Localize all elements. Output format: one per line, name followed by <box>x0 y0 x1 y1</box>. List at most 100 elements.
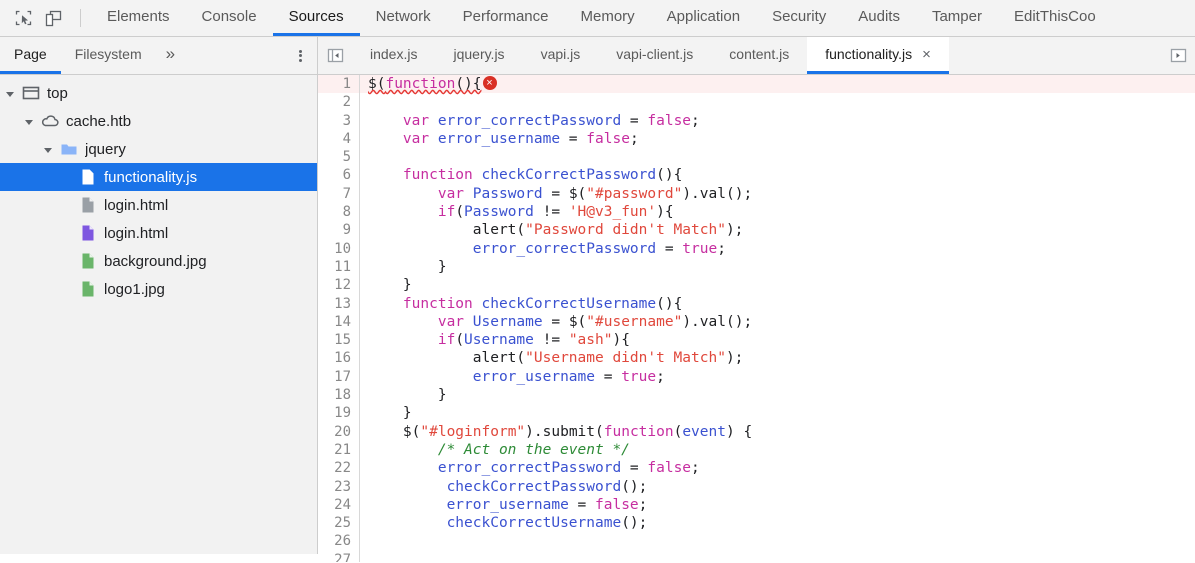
tree-item-cache-htb[interactable]: cache.htb <box>0 107 317 135</box>
expand-panel-icon[interactable] <box>1161 37 1195 74</box>
line-number[interactable]: 24 <box>318 496 360 514</box>
line-number[interactable]: 6 <box>318 166 360 184</box>
device-toolbar-icon[interactable] <box>38 0 68 36</box>
panel-tab-console[interactable]: Console <box>186 0 273 36</box>
panel-tab-editthiscoo[interactable]: EditThisCoo <box>998 0 1112 36</box>
code-line[interactable]: 7 var Password = $("#password").val(); <box>318 185 1195 203</box>
line-number[interactable]: 10 <box>318 240 360 258</box>
code-line[interactable]: 18 } <box>318 386 1195 404</box>
panel-tab-elements[interactable]: Elements <box>91 0 186 36</box>
code-line[interactable]: 10 error_correctPassword = true; <box>318 240 1195 258</box>
code-line[interactable]: 19 } <box>318 404 1195 422</box>
line-number[interactable]: 19 <box>318 404 360 422</box>
line-number[interactable]: 23 <box>318 478 360 496</box>
line-number[interactable]: 4 <box>318 130 360 148</box>
code-line[interactable]: 16 alert("Username didn't Match"); <box>318 349 1195 367</box>
code-line[interactable]: 25 checkCorrectUsername(); <box>318 514 1195 532</box>
tree-item-jquery[interactable]: jquery <box>0 135 317 163</box>
code-line[interactable]: 4 var error_username = false; <box>318 130 1195 148</box>
tree-item-top[interactable]: top <box>0 79 317 107</box>
code-line[interactable]: 11 } <box>318 258 1195 276</box>
panel-tab-application[interactable]: Application <box>651 0 756 36</box>
code-token: = <box>621 460 647 476</box>
editor-tab-functionality-js[interactable]: functionality.js× <box>807 37 949 74</box>
line-number[interactable]: 11 <box>318 258 360 276</box>
line-number[interactable]: 21 <box>318 441 360 459</box>
inspect-cursor-icon[interactable] <box>8 0 38 36</box>
tree-item-logo1-jpg[interactable]: logo1.jpg <box>0 275 317 303</box>
code-token <box>368 167 403 183</box>
panel-tab-network[interactable]: Network <box>360 0 447 36</box>
line-number[interactable]: 13 <box>318 295 360 313</box>
line-number[interactable]: 12 <box>318 276 360 294</box>
panel-tab-tamper[interactable]: Tamper <box>916 0 998 36</box>
code-line[interactable]: 3 var error_correctPassword = false; <box>318 112 1195 130</box>
line-number[interactable]: 18 <box>318 386 360 404</box>
tree-item-background-jpg[interactable]: background.jpg <box>0 247 317 275</box>
line-number[interactable]: 1 <box>318 75 360 93</box>
panel-tab-memory[interactable]: Memory <box>565 0 651 36</box>
code-line[interactable]: 27 <box>318 551 1195 562</box>
navigator-tab-filesystem[interactable]: Filesystem <box>61 37 156 74</box>
editor-tab-vapi-js[interactable]: vapi.js <box>523 37 599 74</box>
code-token: "#loginform" <box>420 424 525 440</box>
chevron-down-icon[interactable] <box>6 86 20 100</box>
line-number[interactable]: 8 <box>318 203 360 221</box>
collapse-sidebar-icon[interactable] <box>318 37 352 74</box>
editor-tab-index-js[interactable]: index.js <box>352 37 435 74</box>
close-icon[interactable]: × <box>922 47 931 62</box>
line-number[interactable]: 15 <box>318 331 360 349</box>
line-number[interactable]: 25 <box>318 514 360 532</box>
chevron-down-icon[interactable] <box>25 114 39 128</box>
navigator-tab-page[interactable]: Page <box>0 37 61 74</box>
line-number[interactable]: 9 <box>318 221 360 239</box>
chevron-down-icon[interactable] <box>44 142 58 156</box>
editor-tab-content-js[interactable]: content.js <box>711 37 807 74</box>
code-line[interactable]: 8 if(Password != 'H@v3_fun'){ <box>318 203 1195 221</box>
code-line[interactable]: 9 alert("Password didn't Match"); <box>318 221 1195 239</box>
code-line[interactable]: 2 <box>318 93 1195 111</box>
panel-tab-sources[interactable]: Sources <box>273 0 360 36</box>
panel-tab-performance[interactable]: Performance <box>447 0 565 36</box>
line-number[interactable]: 17 <box>318 368 360 386</box>
navigator-more-tabs-button[interactable]: » <box>156 37 185 74</box>
tree-item-functionality-js[interactable]: functionality.js <box>0 163 317 191</box>
line-number[interactable]: 14 <box>318 313 360 331</box>
code-line[interactable]: 24 error_username = false; <box>318 496 1195 514</box>
code-line[interactable]: 13 function checkCorrectUsername(){ <box>318 295 1195 313</box>
code-line[interactable]: 22 error_correctPassword = false; <box>318 459 1195 477</box>
line-number[interactable]: 22 <box>318 459 360 477</box>
panel-tab-audits[interactable]: Audits <box>842 0 916 36</box>
code-line[interactable]: 12 } <box>318 276 1195 294</box>
line-number[interactable]: 7 <box>318 185 360 203</box>
code-line[interactable]: 15 if(Username != "ash"){ <box>318 331 1195 349</box>
sources-body: topcache.htbjqueryfunctionality.jslogin.… <box>0 75 1195 562</box>
line-number[interactable]: 3 <box>318 112 360 130</box>
code-line[interactable]: 20 $("#loginform").submit(function(event… <box>318 423 1195 441</box>
code-line[interactable]: 21 /* Act on the event */ <box>318 441 1195 459</box>
panel-tab-security[interactable]: Security <box>756 0 842 36</box>
code-token: $( <box>368 424 420 440</box>
line-number[interactable]: 20 <box>318 423 360 441</box>
line-number[interactable]: 26 <box>318 532 360 550</box>
code-editor[interactable]: 1$(function(){×23 var error_correctPassw… <box>318 75 1195 562</box>
editor-tab-vapi-client-js[interactable]: vapi-client.js <box>598 37 711 74</box>
tree-item-login-html[interactable]: login.html <box>0 191 317 219</box>
editor-tab-jquery-js[interactable]: jquery.js <box>435 37 522 74</box>
code-line[interactable]: 14 var Username = $("#username").val(); <box>318 313 1195 331</box>
tree-item-login-html[interactable]: login.html <box>0 219 317 247</box>
code-token: false <box>647 113 691 129</box>
code-line[interactable]: 23 checkCorrectPassword(); <box>318 478 1195 496</box>
code-line[interactable]: 1$(function(){× <box>318 75 1195 93</box>
code-line[interactable]: 26 <box>318 532 1195 550</box>
more-options-icon[interactable] <box>283 37 317 74</box>
file-navigator-tree[interactable]: topcache.htbjqueryfunctionality.jslogin.… <box>0 75 318 554</box>
code-line[interactable]: 6 function checkCorrectPassword(){ <box>318 166 1195 184</box>
line-number[interactable]: 2 <box>318 93 360 111</box>
line-number[interactable]: 5 <box>318 148 360 166</box>
error-badge-icon[interactable]: × <box>483 76 497 90</box>
line-number[interactable]: 27 <box>318 551 360 562</box>
line-number[interactable]: 16 <box>318 349 360 367</box>
code-line[interactable]: 17 error_username = true; <box>318 368 1195 386</box>
code-line[interactable]: 5 <box>318 148 1195 166</box>
